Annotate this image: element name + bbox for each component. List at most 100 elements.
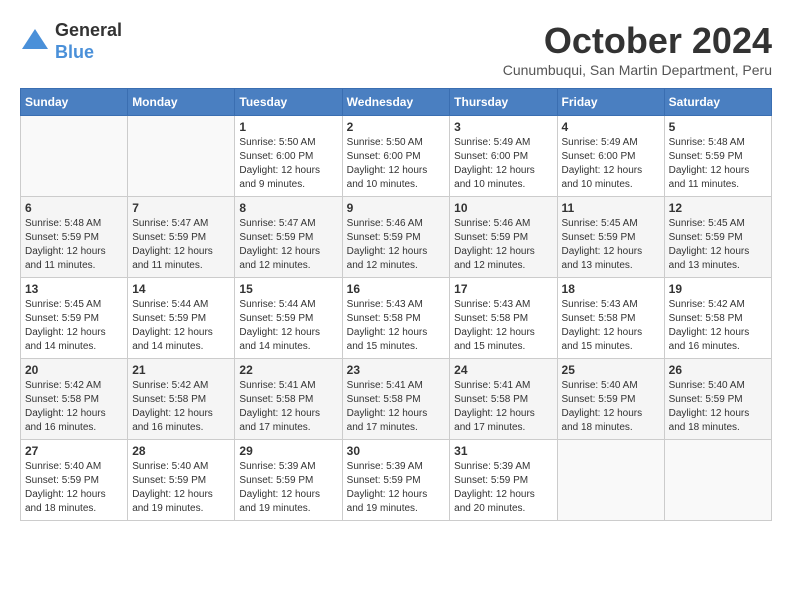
weekday-header-friday: Friday <box>557 89 664 116</box>
logo-icon <box>20 27 50 57</box>
calendar-cell: 31 Sunrise: 5:39 AM Sunset: 5:59 PM Dayli… <box>450 440 557 521</box>
day-info: Sunrise: 5:44 AM Sunset: 5:59 PM Dayligh… <box>132 298 230 354</box>
calendar-cell: 25 Sunrise: 5:40 AM Sunset: 5:59 PM Dayli… <box>557 359 664 440</box>
day-number: 20 <box>25 363 123 377</box>
calendar-cell: 22 Sunrise: 5:41 AM Sunset: 5:58 PM Dayli… <box>235 359 342 440</box>
day-number: 1 <box>239 120 337 134</box>
day-info: Sunrise: 5:43 AM Sunset: 5:58 PM Dayligh… <box>454 298 552 354</box>
day-info: Sunrise: 5:39 AM Sunset: 5:59 PM Dayligh… <box>454 460 552 516</box>
day-number: 31 <box>454 444 552 458</box>
calendar-cell: 6Sunrise: 5:48 AM Sunset: 5:59 PM Daylig… <box>21 197 128 278</box>
day-number: 24 <box>454 363 552 377</box>
day-info: Sunrise: 5:40 AM Sunset: 5:59 PM Dayligh… <box>562 379 660 435</box>
day-number: 8 <box>239 201 337 215</box>
calendar-cell: 21 Sunrise: 5:42 AM Sunset: 5:58 PM Dayli… <box>128 359 235 440</box>
calendar-cell: 4Sunrise: 5:49 AM Sunset: 6:00 PM Daylig… <box>557 116 664 197</box>
calendar-cell: 15 Sunrise: 5:44 AM Sunset: 5:59 PM Dayli… <box>235 278 342 359</box>
calendar-cell: 5 Sunrise: 5:48 AM Sunset: 5:59 PM Daylig… <box>664 116 771 197</box>
weekday-header-saturday: Saturday <box>664 89 771 116</box>
day-number: 7 <box>132 201 230 215</box>
day-number: 10 <box>454 201 552 215</box>
day-info: Sunrise: 5:39 AM Sunset: 5:59 PM Dayligh… <box>347 460 446 516</box>
calendar-cell: 23Sunrise: 5:41 AM Sunset: 5:58 PM Dayli… <box>342 359 450 440</box>
calendar-cell <box>557 440 664 521</box>
day-number: 17 <box>454 282 552 296</box>
day-info: Sunrise: 5:45 AM Sunset: 5:59 PM Dayligh… <box>562 217 660 273</box>
calendar-cell <box>21 116 128 197</box>
day-info: Sunrise: 5:40 AM Sunset: 5:59 PM Dayligh… <box>25 460 123 516</box>
day-info: Sunrise: 5:41 AM Sunset: 5:58 PM Dayligh… <box>239 379 337 435</box>
weekday-header-wednesday: Wednesday <box>342 89 450 116</box>
calendar-week-row: 6Sunrise: 5:48 AM Sunset: 5:59 PM Daylig… <box>21 197 772 278</box>
day-info: Sunrise: 5:39 AM Sunset: 5:59 PM Dayligh… <box>239 460 337 516</box>
calendar-cell: 9Sunrise: 5:46 AM Sunset: 5:59 PM Daylig… <box>342 197 450 278</box>
day-number: 12 <box>669 201 767 215</box>
day-info: Sunrise: 5:45 AM Sunset: 5:59 PM Dayligh… <box>669 217 767 273</box>
calendar-cell <box>664 440 771 521</box>
calendar-cell: 17 Sunrise: 5:43 AM Sunset: 5:58 PM Dayli… <box>450 278 557 359</box>
day-number: 22 <box>239 363 337 377</box>
day-info: Sunrise: 5:40 AM Sunset: 5:59 PM Dayligh… <box>132 460 230 516</box>
calendar-cell: 12 Sunrise: 5:45 AM Sunset: 5:59 PM Dayli… <box>664 197 771 278</box>
day-number: 2 <box>347 120 446 134</box>
logo: General Blue <box>20 20 122 63</box>
logo-general-text: General <box>55 20 122 42</box>
title-section: October 2024 Cunumbuqui, San Martin Depa… <box>503 20 772 78</box>
day-number: 11 <box>562 201 660 215</box>
weekday-header-row: SundayMondayTuesdayWednesdayThursdayFrid… <box>21 89 772 116</box>
day-number: 9 <box>347 201 446 215</box>
day-info: Sunrise: 5:50 AM Sunset: 6:00 PM Dayligh… <box>347 136 446 192</box>
day-number: 26 <box>669 363 767 377</box>
day-info: Sunrise: 5:41 AM Sunset: 5:58 PM Dayligh… <box>454 379 552 435</box>
day-info: Sunrise: 5:43 AM Sunset: 5:58 PM Dayligh… <box>347 298 446 354</box>
day-number: 27 <box>25 444 123 458</box>
calendar-cell: 29 Sunrise: 5:39 AM Sunset: 5:59 PM Dayli… <box>235 440 342 521</box>
day-info: Sunrise: 5:44 AM Sunset: 5:59 PM Dayligh… <box>239 298 337 354</box>
weekday-header-sunday: Sunday <box>21 89 128 116</box>
calendar-cell: 20 Sunrise: 5:42 AM Sunset: 5:58 PM Dayli… <box>21 359 128 440</box>
location-subtitle: Cunumbuqui, San Martin Department, Peru <box>503 62 772 78</box>
day-number: 23 <box>347 363 446 377</box>
calendar-cell: 18Sunrise: 5:43 AM Sunset: 5:58 PM Dayli… <box>557 278 664 359</box>
calendar-cell: 8Sunrise: 5:47 AM Sunset: 5:59 PM Daylig… <box>235 197 342 278</box>
calendar-cell: 26 Sunrise: 5:40 AM Sunset: 5:59 PM Dayli… <box>664 359 771 440</box>
day-number: 18 <box>562 282 660 296</box>
day-info: Sunrise: 5:46 AM Sunset: 5:59 PM Dayligh… <box>454 217 552 273</box>
day-info: Sunrise: 5:42 AM Sunset: 5:58 PM Dayligh… <box>132 379 230 435</box>
day-number: 21 <box>132 363 230 377</box>
day-info: Sunrise: 5:45 AM Sunset: 5:59 PM Dayligh… <box>25 298 123 354</box>
day-info: Sunrise: 5:48 AM Sunset: 5:59 PM Dayligh… <box>669 136 767 192</box>
calendar-week-row: 27 Sunrise: 5:40 AM Sunset: 5:59 PM Dayli… <box>21 440 772 521</box>
logo-blue-text: Blue <box>55 42 122 64</box>
calendar-cell: 13Sunrise: 5:45 AM Sunset: 5:59 PM Dayli… <box>21 278 128 359</box>
day-info: Sunrise: 5:47 AM Sunset: 5:59 PM Dayligh… <box>132 217 230 273</box>
calendar-cell: 7 Sunrise: 5:47 AM Sunset: 5:59 PM Daylig… <box>128 197 235 278</box>
day-number: 28 <box>132 444 230 458</box>
calendar-cell: 10 Sunrise: 5:46 AM Sunset: 5:59 PM Dayli… <box>450 197 557 278</box>
calendar-cell: 27 Sunrise: 5:40 AM Sunset: 5:59 PM Dayli… <box>21 440 128 521</box>
calendar-cell: 16Sunrise: 5:43 AM Sunset: 5:58 PM Dayli… <box>342 278 450 359</box>
day-info: Sunrise: 5:40 AM Sunset: 5:59 PM Dayligh… <box>669 379 767 435</box>
calendar-cell: 11 Sunrise: 5:45 AM Sunset: 5:59 PM Dayli… <box>557 197 664 278</box>
calendar-cell <box>128 116 235 197</box>
day-number: 29 <box>239 444 337 458</box>
month-title: October 2024 <box>503 20 772 62</box>
calendar-cell: 19Sunrise: 5:42 AM Sunset: 5:58 PM Dayli… <box>664 278 771 359</box>
day-info: Sunrise: 5:42 AM Sunset: 5:58 PM Dayligh… <box>25 379 123 435</box>
calendar-cell: 1 Sunrise: 5:50 AM Sunset: 6:00 PM Daylig… <box>235 116 342 197</box>
day-number: 14 <box>132 282 230 296</box>
day-number: 5 <box>669 120 767 134</box>
page-header: General Blue October 2024 Cunumbuqui, Sa… <box>20 20 772 78</box>
day-number: 25 <box>562 363 660 377</box>
day-info: Sunrise: 5:50 AM Sunset: 6:00 PM Dayligh… <box>239 136 337 192</box>
weekday-header-thursday: Thursday <box>450 89 557 116</box>
calendar-cell: 24 Sunrise: 5:41 AM Sunset: 5:58 PM Dayli… <box>450 359 557 440</box>
day-number: 15 <box>239 282 337 296</box>
calendar-cell: 14 Sunrise: 5:44 AM Sunset: 5:59 PM Dayli… <box>128 278 235 359</box>
calendar-cell: 2 Sunrise: 5:50 AM Sunset: 6:00 PM Daylig… <box>342 116 450 197</box>
day-number: 4 <box>562 120 660 134</box>
day-number: 30 <box>347 444 446 458</box>
calendar-cell: 30 Sunrise: 5:39 AM Sunset: 5:59 PM Dayli… <box>342 440 450 521</box>
day-info: Sunrise: 5:42 AM Sunset: 5:58 PM Dayligh… <box>669 298 767 354</box>
calendar-cell: 28 Sunrise: 5:40 AM Sunset: 5:59 PM Dayli… <box>128 440 235 521</box>
